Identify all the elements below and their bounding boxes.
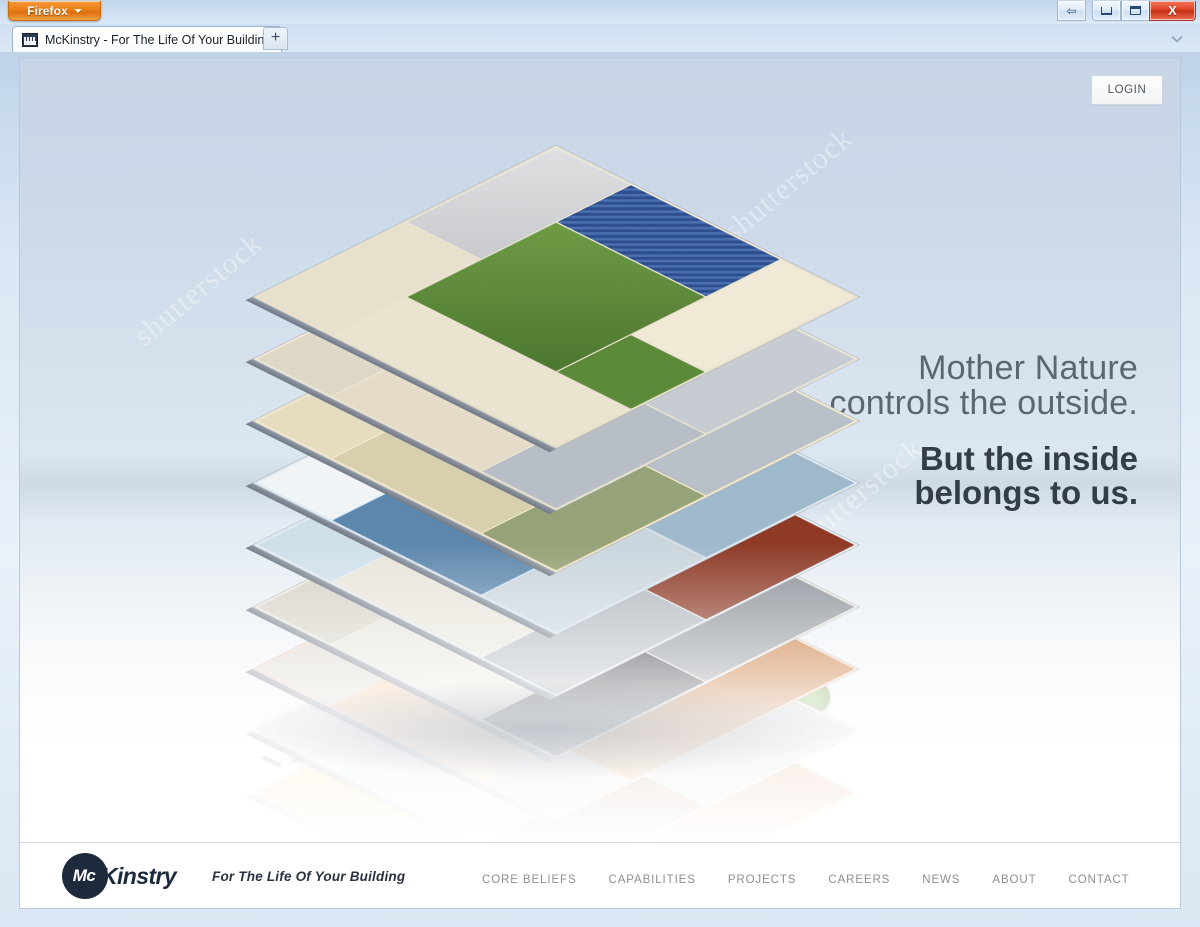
firefox-menu-button[interactable]: Firefox bbox=[8, 1, 101, 21]
mckinstry-favicon bbox=[22, 32, 38, 47]
logo-mark-text: Mc bbox=[72, 866, 96, 885]
window-controls: ⇦ X bbox=[1057, 1, 1196, 21]
site-footer: Mc Kinstry For The Life Of Your Building… bbox=[20, 842, 1180, 908]
logo-word-text: Kinstry bbox=[101, 862, 177, 889]
nav-core-beliefs[interactable]: CORE BELIEFS bbox=[482, 870, 577, 890]
footer-navigation: CORE BELIEFS CAPABILITIES PROJECTS CAREE… bbox=[482, 870, 1130, 890]
nav-contact[interactable]: CONTACT bbox=[1069, 870, 1130, 890]
nav-projects[interactable]: PROJECTS bbox=[728, 870, 797, 890]
ground-shadow bbox=[20, 542, 1180, 842]
close-button[interactable]: X bbox=[1149, 1, 1196, 21]
maximize-button[interactable] bbox=[1121, 1, 1150, 21]
restore-window-button[interactable]: ⇦ bbox=[1057, 1, 1086, 21]
logo-tagline: For The Life Of Your Building bbox=[212, 869, 406, 884]
caret-down-icon bbox=[73, 8, 82, 13]
minimize-icon bbox=[1101, 6, 1112, 15]
mckinstry-logo[interactable]: Mc Kinstry bbox=[62, 853, 177, 899]
maximize-icon bbox=[1130, 6, 1141, 15]
nav-careers[interactable]: CAREERS bbox=[828, 870, 890, 890]
logo-badge: Mc bbox=[62, 853, 108, 899]
close-icon: X bbox=[1168, 3, 1177, 18]
tab-strip: McKinstry - For The Life Of Your Buildin… bbox=[0, 24, 1200, 52]
page-viewport: shutterstock shutterstock shutterstock s… bbox=[19, 57, 1181, 909]
nav-news[interactable]: NEWS bbox=[922, 870, 960, 890]
tab-title: McKinstry - For The Life Of Your Buildin… bbox=[45, 32, 272, 47]
browser-tab-mckinstry[interactable]: McKinstry - For The Life Of Your Buildin… bbox=[12, 26, 283, 52]
login-button[interactable]: LOGIN bbox=[1091, 75, 1163, 105]
restore-window-icon: ⇦ bbox=[1066, 3, 1077, 18]
chevron-down-icon[interactable] bbox=[1170, 32, 1184, 44]
nav-capabilities[interactable]: CAPABILITIES bbox=[609, 870, 696, 890]
browser-window: Firefox ⇦ X McKinstry - For The Life Of … bbox=[0, 0, 1200, 927]
new-tab-button[interactable]: + bbox=[263, 27, 288, 50]
hero-section: shutterstock shutterstock shutterstock s… bbox=[20, 58, 1180, 842]
browser-title-bar: Firefox ⇦ X McKinstry - For The Life Of … bbox=[0, 0, 1200, 52]
nav-about[interactable]: ABOUT bbox=[992, 870, 1036, 890]
firefox-menu-label: Firefox bbox=[27, 3, 68, 18]
minimize-button[interactable] bbox=[1092, 1, 1121, 21]
